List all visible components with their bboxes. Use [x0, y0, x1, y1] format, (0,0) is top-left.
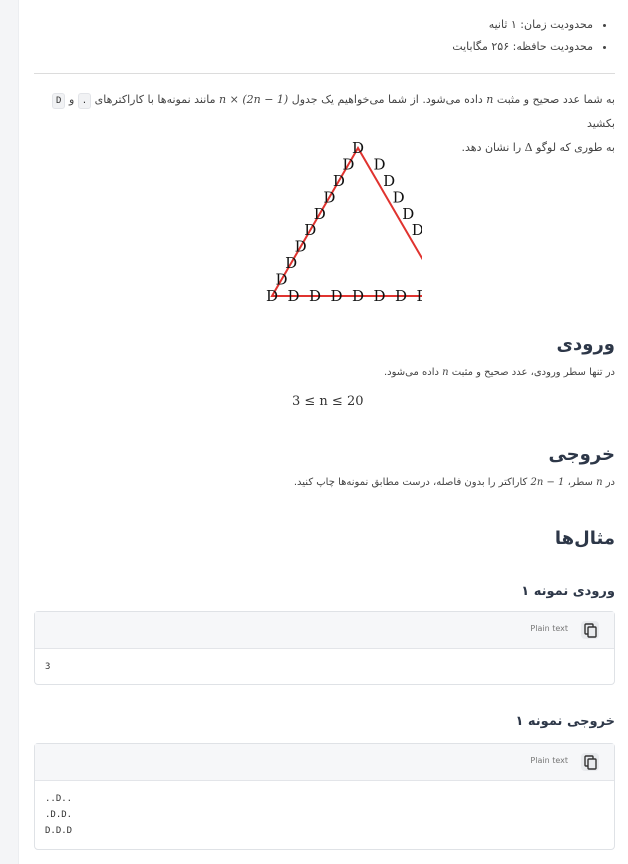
divider	[34, 73, 615, 74]
sample-output-content: ..D.. .D.D. D.D.D	[45, 794, 73, 836]
triangle-letter: D	[309, 287, 321, 305]
triangle-letter: D	[383, 172, 395, 190]
triangle-letter: D	[342, 155, 354, 173]
triangle-letter: D	[276, 271, 288, 289]
triangle-letter: D	[314, 205, 326, 223]
triangle-letter: D	[393, 188, 405, 206]
output-text: کاراکتر را بدون فاصله، درست مطابق نمونه‌…	[293, 477, 531, 488]
triangle-letter: D	[287, 287, 299, 305]
statement-text: و	[65, 93, 78, 106]
language-label: Plain text	[530, 624, 568, 633]
statement-text: به طوری که لوگو	[532, 141, 615, 154]
triangle-letter: D	[266, 287, 278, 305]
statement-text: بکشید	[586, 117, 615, 130]
sample-output-header: Plain text	[35, 744, 614, 781]
output-heading: خروجی	[548, 444, 615, 465]
sample-input-content: 3	[45, 662, 51, 672]
char-dot-chip: .	[77, 93, 92, 109]
copy-icon[interactable]	[580, 620, 600, 640]
triangle-letter: D	[304, 221, 316, 239]
triangle-letter: D	[412, 221, 422, 239]
statement-text: به شما عدد صحیح و مثبت	[493, 93, 615, 106]
output-description: در n سطر، 2n − 1 کاراکتر را بدون فاصله، …	[294, 477, 615, 488]
sample-input-header: Plain text	[35, 612, 614, 649]
triangle-letter: D	[352, 287, 364, 305]
left-sidebar-strip	[0, 0, 19, 864]
input-description: در تنها سطر ورودی، عدد صحیح و مثبت n داد…	[384, 367, 615, 378]
triangle-letter: D	[402, 205, 414, 223]
triangle-letter: D	[285, 254, 297, 272]
limits-list: محدودیت زمان: ۱ ثانیه محدودیت حافظه: ۲۵۶…	[452, 14, 615, 58]
output-text: سطر،	[564, 477, 597, 488]
input-text: داده می‌شود.	[383, 367, 443, 378]
output-text: در	[602, 477, 615, 488]
triangle-letter: D	[374, 155, 386, 173]
statement-text: داده می‌شود. از شما می‌خواهیم یک جدول	[288, 93, 487, 106]
input-constraint: 3 ≤ n ≤ 20	[292, 394, 364, 409]
examples-heading: مثال‌ها	[554, 528, 615, 549]
memory-limit: محدودیت حافظه: ۲۵۶ مگابایت	[452, 36, 593, 58]
triangle-letter: D	[333, 172, 345, 190]
problem-content: محدودیت زمان: ۱ ثانیه محدودیت حافظه: ۲۵۶…	[34, 0, 615, 864]
char-d-chip: D	[52, 93, 66, 109]
triangle-letter: D	[295, 238, 307, 256]
input-heading: ورودی	[556, 334, 615, 355]
math-delta: Δ	[524, 141, 533, 154]
language-label: Plain text	[530, 756, 568, 765]
triangle-letter: D	[416, 287, 422, 305]
sample-output-box: Plain text ..D.. .D.D. D.D.D	[34, 743, 615, 850]
triangle-letter: D	[395, 287, 407, 305]
copy-icon[interactable]	[580, 752, 600, 772]
triangle-letter: D	[330, 287, 342, 305]
statement-text: را نشان دهد.	[461, 141, 525, 154]
time-limit: محدودیت زمان: ۱ ثانیه	[452, 14, 593, 36]
triangle-letter: D	[421, 238, 422, 256]
triangle-letter: D	[323, 188, 335, 206]
triangle-letter: D	[352, 139, 364, 157]
sample-output-heading: خروجی نمونه ۱	[515, 714, 615, 729]
logo-triangle-figure: DDDDDDDDDDDDDDDDDDDDDDDDDD	[266, 139, 422, 305]
sample-input-heading: ورودی نمونه ۱	[521, 584, 615, 599]
statement-text: مانند نمونه‌ها با کاراکترهای	[91, 93, 220, 106]
math-dims: n × (2n − 1)	[219, 93, 289, 106]
sample-input-box: Plain text 3	[34, 611, 615, 685]
math-expr: 2n − 1	[530, 477, 565, 488]
input-text: در تنها سطر ورودی، عدد صحیح و مثبت	[448, 367, 615, 378]
triangle-letter: D	[373, 287, 385, 305]
